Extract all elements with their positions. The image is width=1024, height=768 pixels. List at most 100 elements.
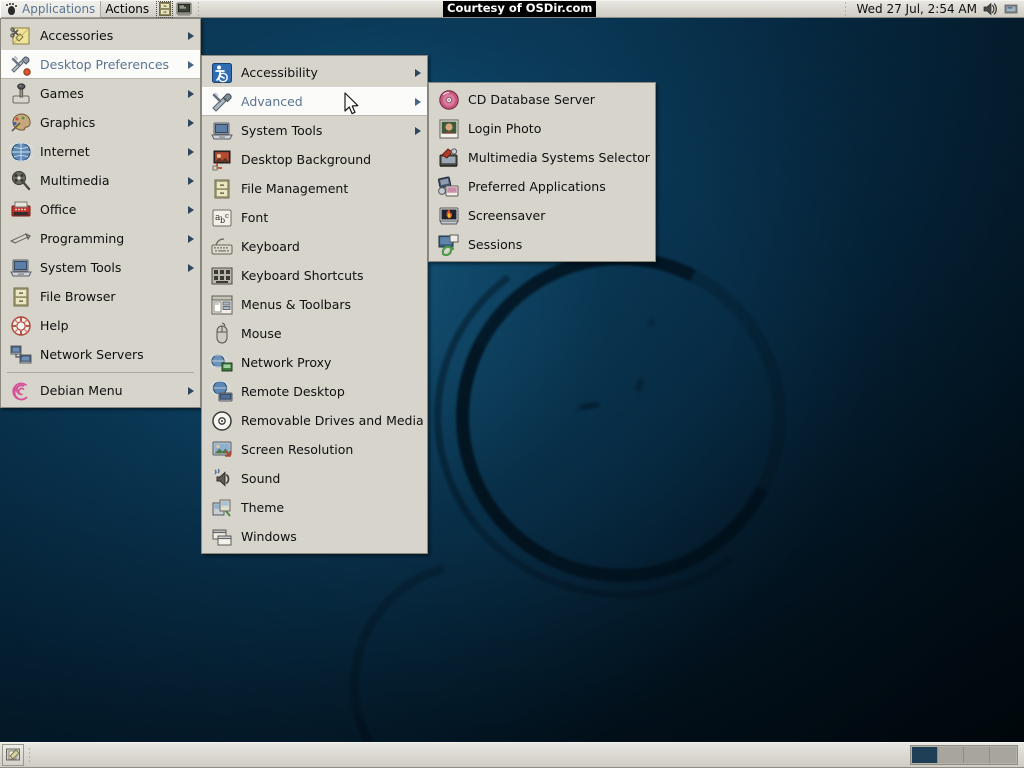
show-desktop-button[interactable]	[2, 744, 24, 766]
menu-item-menus-toolbars[interactable]: Menus & Toolbars	[202, 290, 427, 319]
menu-item-graphics[interactable]: Graphics	[1, 108, 200, 137]
programming-icon	[9, 227, 33, 251]
terminal-icon	[176, 2, 192, 16]
menu-item-debian-menu[interactable]: Debian Menu	[1, 376, 200, 405]
menu-item-label: Accessories	[40, 28, 114, 43]
menu-item-file-browser[interactable]: File Browser	[1, 282, 200, 311]
menu-item-theme[interactable]: Theme	[202, 493, 427, 522]
keyboard-icon	[210, 235, 234, 259]
menu-item-label: Games	[40, 86, 84, 101]
menu-item-prefs-system-tools[interactable]: System Tools	[202, 116, 427, 145]
menu-item-sound[interactable]: Sound	[202, 464, 427, 493]
menu-item-font[interactable]: a b c Font	[202, 203, 427, 232]
windows-icon	[210, 525, 234, 549]
menu-item-keyboard-shortcuts[interactable]: Keyboard Shortcuts	[202, 261, 427, 290]
workspace-3[interactable]	[964, 747, 990, 763]
screen-resolution-icon	[210, 438, 234, 462]
clock-applet[interactable]: Wed 27 Jul, 2:54 AM	[857, 2, 978, 16]
chevron-right-icon	[188, 263, 194, 272]
menu-item-preferred-applications[interactable]: Preferred Applications	[429, 172, 655, 201]
menu-item-help[interactable]: Help	[1, 311, 200, 340]
advanced-icon	[210, 90, 234, 114]
graphics-icon	[9, 111, 33, 135]
menu-item-label: Multimedia Systems Selector	[468, 150, 650, 165]
menu-item-login-photo[interactable]: Login Photo	[429, 114, 655, 143]
menu-item-label: Theme	[241, 500, 285, 515]
menu-item-cd-database-server[interactable]: CD Database Server	[429, 85, 655, 114]
menu-actions-label: Actions	[105, 2, 150, 16]
menu-item-file-management[interactable]: File Management	[202, 174, 427, 203]
terminal-launcher[interactable]	[175, 1, 192, 18]
chevron-right-icon	[188, 205, 194, 214]
menu-item-games[interactable]: Games	[1, 79, 200, 108]
menu-item-screen-resolution[interactable]: Screen Resolution	[202, 435, 427, 464]
watermark-label: Courtesy of OSDir.com	[443, 1, 597, 17]
sound-icon	[210, 467, 234, 491]
menu-item-office[interactable]: Office	[1, 195, 200, 224]
workspace-1[interactable]	[912, 747, 938, 763]
file-manager-launcher[interactable]	[156, 0, 174, 18]
menu-item-sessions[interactable]: Sessions	[429, 230, 655, 259]
menu-item-label: Multimedia	[40, 173, 110, 188]
menu-item-label: Network Servers	[40, 347, 144, 362]
bottom-panel-separator	[28, 747, 32, 763]
menu-item-mouse[interactable]: Mouse	[202, 319, 427, 348]
menu-item-accessories[interactable]: Accessories	[1, 21, 200, 50]
menu-item-label: Office	[40, 202, 77, 217]
menu-item-label: Screensaver	[468, 208, 546, 223]
menu-item-label: Login Photo	[468, 121, 542, 136]
chevron-right-icon	[188, 147, 194, 156]
menu-item-multimedia[interactable]: Multimedia	[1, 166, 200, 195]
menu-item-remote-desktop[interactable]: Remote Desktop	[202, 377, 427, 406]
menu-item-network-servers[interactable]: Network Servers	[1, 340, 200, 369]
menu-item-label: File Management	[241, 181, 349, 196]
gnome-foot-icon	[4, 2, 18, 16]
debian-icon	[9, 379, 33, 403]
workspace-2[interactable]	[938, 747, 964, 763]
menu-item-label: Desktop Background	[241, 152, 372, 167]
chevron-right-icon	[415, 68, 421, 77]
menu-item-label: Font	[241, 210, 269, 225]
menu-item-windows[interactable]: Windows	[202, 522, 427, 551]
accessories-icon	[9, 24, 33, 48]
menu-item-programming[interactable]: Programming	[1, 224, 200, 253]
menu-item-label: Advanced	[241, 94, 303, 109]
system-tools-icon	[9, 256, 33, 280]
menu-item-label: CD Database Server	[468, 92, 595, 107]
file-browser-icon	[9, 285, 33, 309]
menu-item-multimedia-systems-selector[interactable]: Multimedia Systems Selector	[429, 143, 655, 172]
menu-item-label: Keyboard Shortcuts	[241, 268, 364, 283]
cd-icon	[437, 88, 461, 112]
menu-item-removable-drives[interactable]: Removable Drives and Media	[202, 406, 427, 435]
desktop-preferences-menu: Accessibility Advanced System Tools Desk…	[201, 55, 428, 554]
menu-actions-button[interactable]: Actions	[101, 0, 155, 18]
volume-icon[interactable]	[982, 1, 998, 17]
menu-item-internet[interactable]: Internet	[1, 137, 200, 166]
workspace-4[interactable]	[990, 747, 1016, 763]
chevron-right-icon	[188, 118, 194, 127]
office-icon	[9, 198, 33, 222]
menu-item-network-proxy[interactable]: Network Proxy	[202, 348, 427, 377]
menu-item-desktop-preferences[interactable]: Desktop Preferences	[1, 50, 200, 79]
drawer-icon	[158, 2, 171, 16]
chevron-right-icon	[188, 60, 194, 69]
menu-applications-button[interactable]: Applications	[0, 0, 102, 18]
chevron-right-icon	[188, 89, 194, 98]
menu-item-advanced[interactable]: Advanced	[202, 87, 427, 116]
menu-item-desktop-background[interactable]: Desktop Background	[202, 145, 427, 174]
inbox-applet-icon[interactable]	[1003, 1, 1019, 17]
menu-item-keyboard[interactable]: Keyboard	[202, 232, 427, 261]
workspace-switcher[interactable]	[910, 745, 1018, 765]
preferred-apps-icon	[437, 175, 461, 199]
menu-item-accessibility[interactable]: Accessibility	[202, 58, 427, 87]
menu-item-screensaver[interactable]: Screensaver	[429, 201, 655, 230]
accessibility-icon	[210, 61, 234, 85]
games-icon	[9, 82, 33, 106]
network-proxy-icon	[210, 351, 234, 375]
desktop-screen: Applications Actions Wed 27 Jul, 2:54 AM…	[0, 0, 1024, 768]
menu-item-label: Removable Drives and Media	[241, 413, 424, 428]
menu-item-label: Graphics	[40, 115, 96, 130]
menu-item-system-tools[interactable]: System Tools	[1, 253, 200, 282]
keyboard-shortcuts-icon	[210, 264, 234, 288]
menu-item-label: Desktop Preferences	[40, 57, 170, 72]
